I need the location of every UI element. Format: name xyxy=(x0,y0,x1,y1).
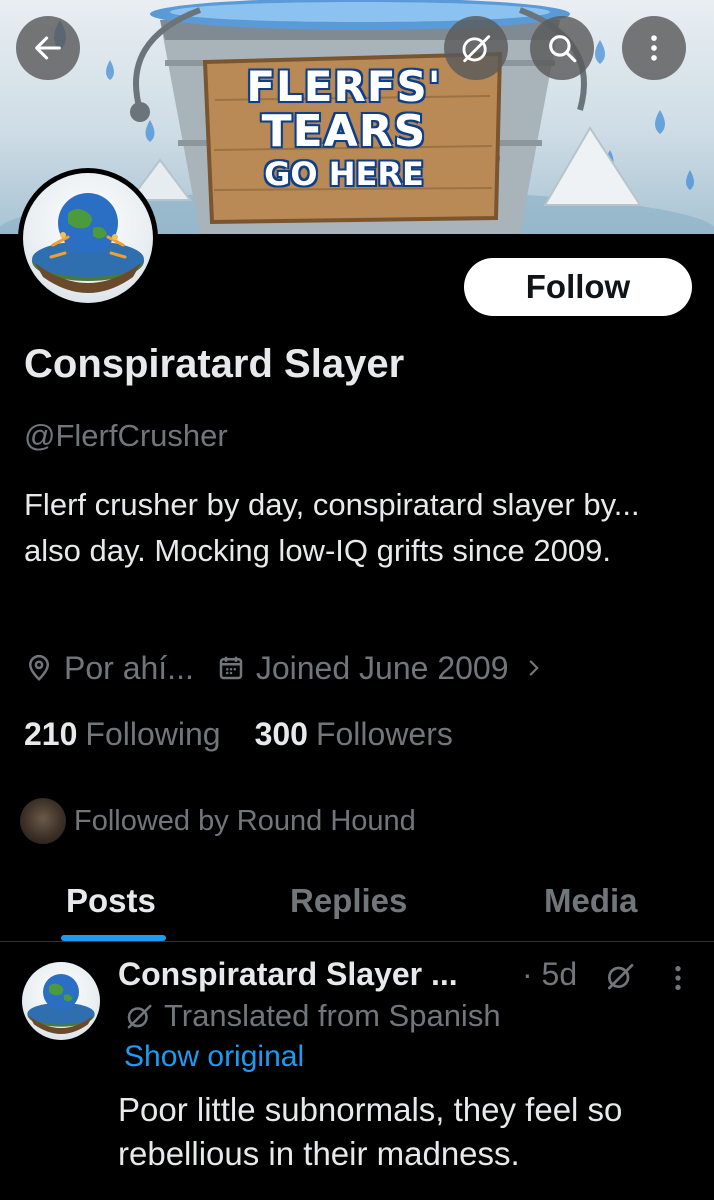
banner-sign-text: FLERFS' TEARS GO HERE xyxy=(214,62,474,193)
profile-tabs: Posts Replies Media xyxy=(0,872,714,942)
following-label: Following xyxy=(85,716,221,752)
calendar-icon xyxy=(216,653,246,683)
search-icon xyxy=(549,35,577,63)
banner-sign-line: GO HERE xyxy=(264,155,424,193)
post-body: Poor little subnormals, they feel so reb… xyxy=(118,1091,623,1172)
follower-avatar xyxy=(20,798,66,844)
chevron-right-icon xyxy=(523,655,545,681)
joined-text: Joined June 2009 xyxy=(255,649,509,686)
followers-count: 300 xyxy=(254,716,308,752)
tab-media[interactable]: Media xyxy=(544,882,638,920)
grok-icon xyxy=(127,1004,152,1029)
profile-meta: Por ahí... Joined June 2009 xyxy=(24,646,577,690)
grok-button[interactable] xyxy=(444,16,508,80)
active-tab-indicator xyxy=(61,935,166,941)
profile-bio: Flerf crusher by day, conspiratard slaye… xyxy=(24,487,640,568)
location-pin-icon xyxy=(24,653,54,683)
post-author-name[interactable]: Conspiratard Slayer ... xyxy=(118,956,458,993)
following-link[interactable]: 210 Following xyxy=(24,716,221,753)
flat-earth-globe-image xyxy=(32,193,144,293)
profile-name: Conspiratard Slayer xyxy=(24,342,405,386)
followed-by-text: Followed by Round Hound xyxy=(74,804,416,837)
arrow-left-icon xyxy=(35,36,61,60)
banner-sign-line: TEARS xyxy=(261,106,427,157)
post-timestamp[interactable]: · 5d xyxy=(522,956,577,993)
grok-icon xyxy=(462,35,491,63)
banner-sign-line: FLERFS' xyxy=(246,62,442,111)
profile-joined[interactable]: Joined June 2009 xyxy=(216,650,555,687)
search-button[interactable] xyxy=(530,16,594,80)
location-text: Por ahí... xyxy=(64,649,194,686)
more-vertical-icon xyxy=(651,35,657,61)
tab-replies[interactable]: Replies xyxy=(290,882,407,920)
post-more-icon[interactable] xyxy=(666,962,690,999)
post-author-avatar[interactable] xyxy=(22,962,100,1040)
more-options-button[interactable] xyxy=(622,16,686,80)
profile-location: Por ahí... xyxy=(24,650,194,687)
grok-icon[interactable] xyxy=(604,960,636,997)
profile-handle: @FlerfCrusher xyxy=(24,418,228,453)
flat-earth-globe-image xyxy=(27,974,95,1034)
followers-link[interactable]: 300 Followers xyxy=(255,716,453,753)
followed-by[interactable]: Followed by Round Hound xyxy=(20,798,416,844)
followers-label: Followers xyxy=(315,716,453,752)
follow-button[interactable]: Follow xyxy=(464,258,692,316)
profile-stats: 210 Following 300 Followers xyxy=(24,716,487,753)
following-count: 210 xyxy=(24,716,78,752)
profile-avatar[interactable] xyxy=(18,168,158,308)
tab-posts[interactable]: Posts xyxy=(66,882,156,920)
back-button[interactable] xyxy=(16,16,80,80)
translated-text: Translated from Spanish xyxy=(164,998,501,1033)
translated-notice: Translated from Spanish xyxy=(124,998,501,1034)
show-original-link[interactable]: Show original xyxy=(124,1040,304,1074)
